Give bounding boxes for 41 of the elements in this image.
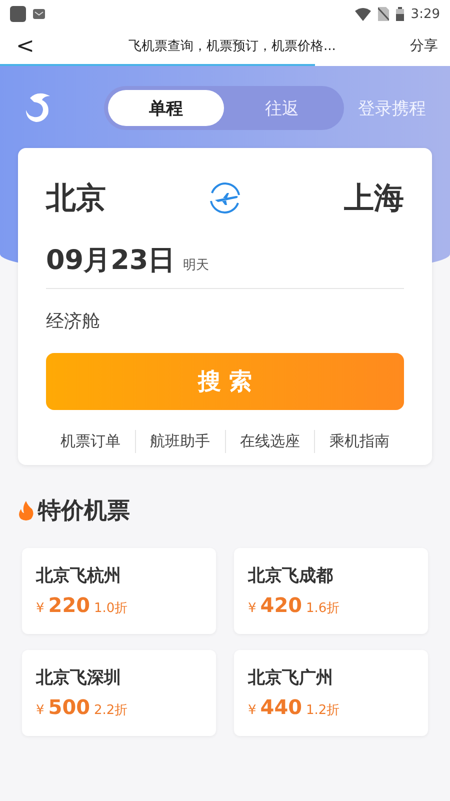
route-label: 北京飞深圳 <box>36 667 122 689</box>
wifi-icon <box>354 8 371 20</box>
price-label: 500 <box>48 695 90 719</box>
currency-symbol: ¥ <box>248 601 256 616</box>
currency-symbol: ¥ <box>36 703 44 718</box>
price-label: 220 <box>48 593 90 617</box>
discount-label: 1.6折 <box>306 600 340 617</box>
date-note: 明天 <box>183 257 210 275</box>
price-label: 440 <box>260 695 302 719</box>
currency-symbol: ¥ <box>248 703 256 718</box>
page-title: 飞机票查询，机票预订，机票价格... <box>128 38 337 55</box>
route-label: 北京飞杭州 <box>36 565 122 587</box>
quick-link[interactable]: 乘机指南 <box>314 430 404 453</box>
app-icon <box>10 6 26 22</box>
quick-link[interactable]: 在线选座 <box>224 430 314 453</box>
battery-icon <box>396 7 404 21</box>
quick-link[interactable]: 航班助手 <box>134 430 224 453</box>
no-sim-icon <box>378 7 389 21</box>
status-time: 3:29 <box>410 6 440 22</box>
arrival-city[interactable]: 上海 <box>344 178 404 218</box>
mail-icon <box>33 9 45 19</box>
share-button[interactable]: 分享 <box>410 37 438 55</box>
deal-ticket-card[interactable]: 北京飞广州 ¥ 440 1.2折 <box>234 650 428 736</box>
price-label: 420 <box>260 593 302 617</box>
route-label: 北京飞成都 <box>248 565 334 587</box>
quick-link[interactable]: 机票订单 <box>46 430 135 453</box>
deal-ticket-card[interactable]: 北京飞杭州 ¥ 220 1.0折 <box>22 548 216 634</box>
back-button[interactable]: < <box>12 34 38 58</box>
flame-icon <box>18 500 34 520</box>
trip-type-tab[interactable]: 单程 <box>108 90 224 126</box>
currency-symbol: ¥ <box>36 601 44 616</box>
deal-ticket-card[interactable]: 北京飞成都 ¥ 420 1.6折 <box>234 548 428 634</box>
departure-date[interactable]: 09月23日 <box>46 242 176 278</box>
discount-label: 1.0折 <box>94 600 128 617</box>
departure-city[interactable]: 北京 <box>46 178 106 218</box>
discount-label: 1.2折 <box>306 702 340 719</box>
section-title: 特价机票 <box>38 497 130 526</box>
deal-ticket-card[interactable]: 北京飞深圳 ¥ 500 2.2折 <box>22 650 216 736</box>
discount-label: 2.2折 <box>94 702 128 719</box>
cabin-class[interactable]: 经济舱 <box>46 309 404 333</box>
route-label: 北京飞广州 <box>248 667 334 689</box>
